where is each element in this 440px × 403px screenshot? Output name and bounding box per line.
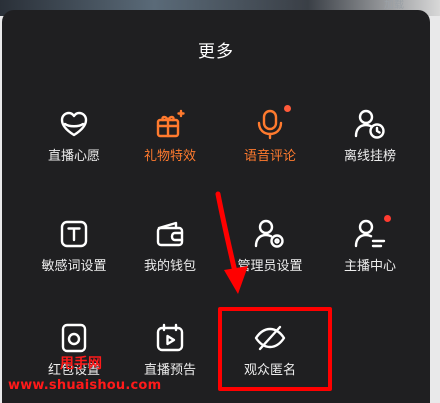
- red-packet-icon: [57, 321, 91, 355]
- item-label: 直播心愿: [47, 149, 100, 164]
- item-voice-comment[interactable]: 语音评论: [224, 105, 316, 187]
- panel-title: 更多: [198, 42, 234, 62]
- item-sensitive-words[interactable]: 敏感词设置: [28, 217, 120, 297]
- user-clock-icon: [353, 107, 387, 141]
- item-label: 直播预告: [143, 363, 196, 378]
- text-box-icon: [57, 217, 91, 251]
- new-badge: [284, 105, 291, 112]
- item-label: 主播中心: [343, 259, 396, 274]
- user-edit-icon: [353, 215, 391, 251]
- microphone-icon: [253, 105, 291, 141]
- item-offline-rank[interactable]: 离线挂榜: [324, 107, 416, 187]
- annotation-highlight-box: [218, 307, 332, 391]
- calendar-play-icon: [153, 321, 187, 355]
- item-anchor-center[interactable]: 主播中心: [324, 215, 416, 297]
- watermark-site-name: 甩手网: [60, 356, 102, 372]
- item-gift-effects[interactable]: 礼物特效: [124, 107, 216, 187]
- item-label: 离线挂榜: [343, 149, 396, 164]
- item-my-wallet[interactable]: 我的钱包: [124, 217, 216, 297]
- item-label: 礼物特效: [143, 149, 196, 164]
- watermark-site-url: www.shuaishou.com: [8, 378, 162, 393]
- heart-wish-icon: [57, 107, 91, 141]
- item-label: 敏感词设置: [41, 259, 107, 274]
- item-label: 我的钱包: [143, 259, 196, 274]
- item-live-wish[interactable]: 直播心愿: [28, 107, 120, 187]
- item-label: 语音评论: [243, 149, 296, 164]
- gift-sparkle-icon: [153, 107, 187, 141]
- new-badge: [384, 215, 391, 222]
- wallet-icon: [153, 217, 187, 251]
- annotation-arrow: [215, 191, 248, 294]
